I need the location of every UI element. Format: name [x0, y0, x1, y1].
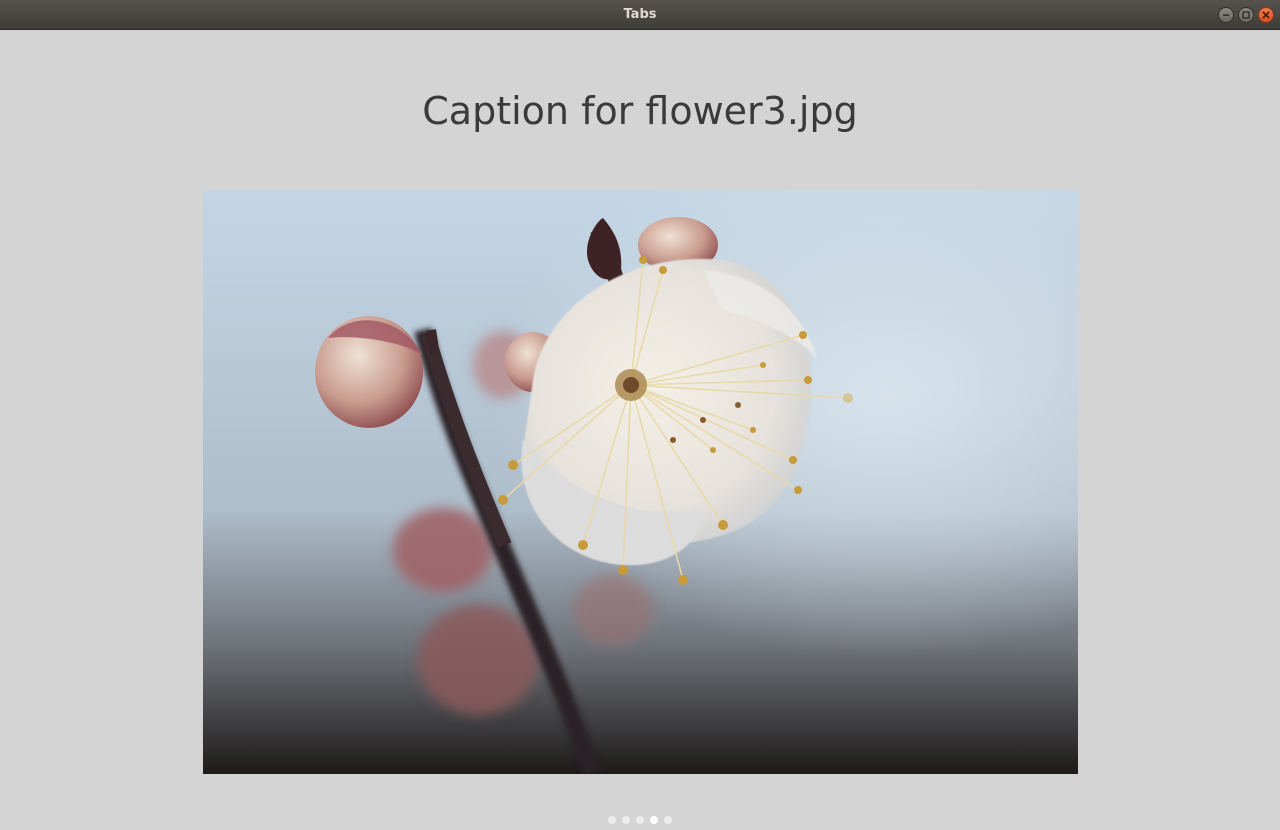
carousel-caption: Caption for flower3.jpg	[422, 89, 858, 133]
maximize-button[interactable]	[1238, 7, 1254, 23]
minimize-icon	[1223, 14, 1229, 16]
carousel-indicators	[0, 816, 1280, 824]
carousel-dot-2[interactable]	[622, 816, 630, 824]
title-bar[interactable]: Tabs	[0, 0, 1280, 30]
minimize-button[interactable]	[1218, 7, 1234, 23]
flower-photo	[203, 190, 1078, 774]
carousel-dot-3[interactable]	[636, 816, 644, 824]
maximize-icon	[1242, 11, 1250, 19]
carousel-dot-5[interactable]	[664, 816, 672, 824]
close-button[interactable]	[1258, 7, 1274, 23]
carousel-image[interactable]	[203, 190, 1078, 774]
app-window: Tabs Caption for flower3.jpg	[0, 0, 1280, 830]
carousel-dot-4[interactable]	[650, 816, 658, 824]
window-title: Tabs	[623, 7, 657, 22]
close-icon	[1262, 11, 1270, 19]
carousel-dot-1[interactable]	[608, 816, 616, 824]
